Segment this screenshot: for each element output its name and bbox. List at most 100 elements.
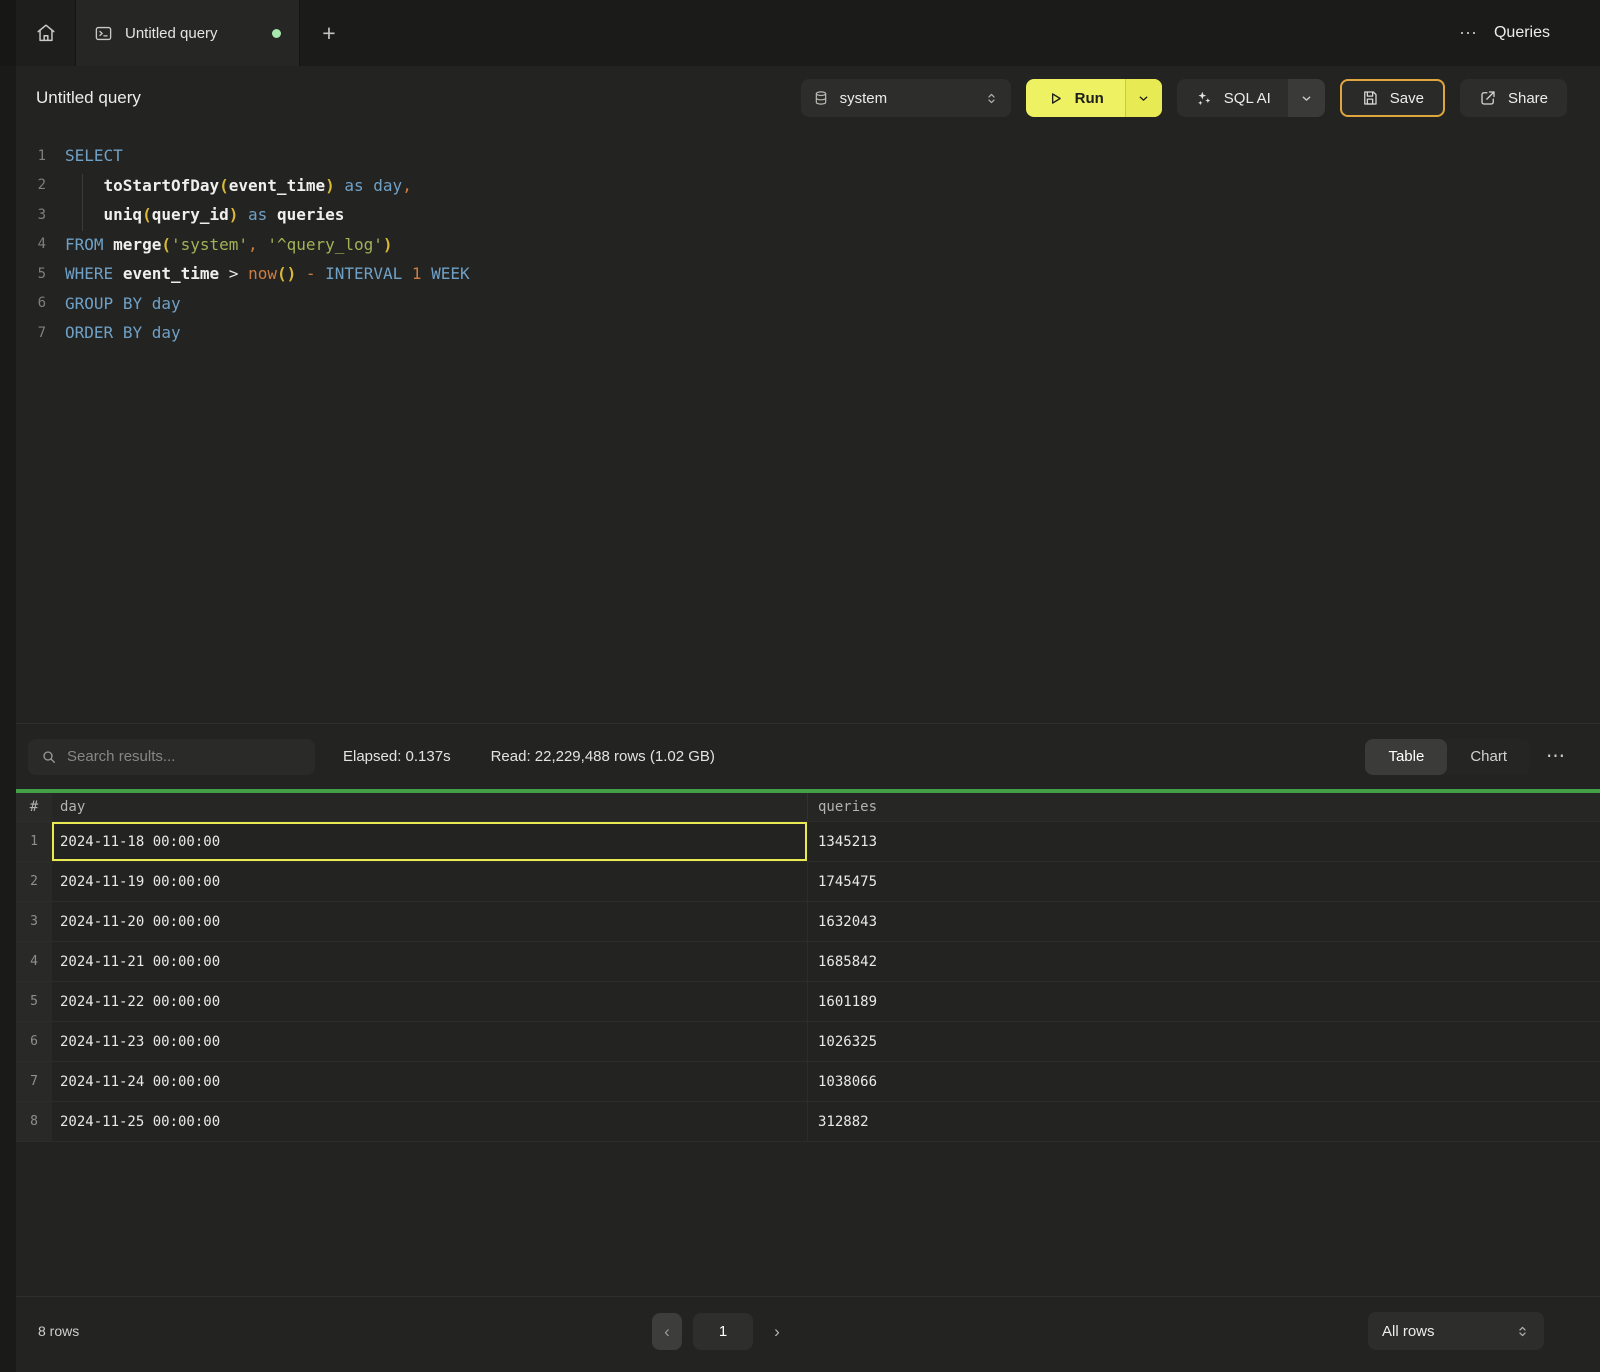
cell-queries[interactable]: 1601189 — [808, 982, 1600, 1021]
view-tab-chart[interactable]: Chart — [1447, 739, 1530, 775]
prev-page-button[interactable]: ‹ — [652, 1313, 682, 1350]
queries-panel-button[interactable]: Queries — [1494, 24, 1550, 42]
table-row: 52024-11-22 00:00:001601189 — [16, 982, 1600, 1022]
save-icon — [1361, 89, 1379, 107]
indent-guide — [82, 174, 83, 231]
code-line[interactable]: 7ORDER BY day — [16, 318, 1600, 348]
run-button-label: Run — [1075, 90, 1104, 107]
code-line[interactable]: 4FROM merge('system', '^query_log') — [16, 230, 1600, 260]
line-number: 1 — [16, 148, 46, 164]
search-icon — [41, 749, 57, 765]
page-title: Untitled query — [36, 88, 141, 108]
code-line[interactable]: 5WHERE event_time > now() - INTERVAL 1 W… — [16, 259, 1600, 289]
code-lines: 1SELECT2 toStartOfDay(event_time) as day… — [16, 141, 1600, 348]
current-page-button[interactable]: 1 — [693, 1313, 753, 1350]
cell-queries[interactable]: 1685842 — [808, 942, 1600, 981]
sql-ai-button-group: SQL AI — [1177, 79, 1325, 117]
run-options-button[interactable] — [1125, 79, 1162, 117]
save-button-label: Save — [1390, 90, 1424, 107]
cell-day[interactable]: 2024-11-23 00:00:00 — [52, 1022, 808, 1061]
terminal-icon — [94, 24, 113, 43]
tab-bar: Untitled query + ⋯ Queries — [0, 0, 1600, 66]
share-icon — [1479, 89, 1497, 107]
table-row: 22024-11-19 00:00:001745475 — [16, 862, 1600, 902]
chevron-updown-icon — [984, 91, 999, 106]
column-header-day[interactable]: day — [52, 793, 808, 821]
row-count: 8 rows — [38, 1323, 79, 1339]
tab-untitled-query[interactable]: Untitled query — [76, 0, 300, 66]
line-number: 7 — [16, 325, 46, 341]
page-size-select[interactable]: All rows — [1368, 1312, 1544, 1350]
results-toolbar: Elapsed: 0.137s Read: 22,229,488 rows (1… — [16, 723, 1600, 789]
sql-ai-button[interactable]: SQL AI — [1177, 79, 1288, 117]
cell-day[interactable]: 2024-11-25 00:00:00 — [52, 1102, 808, 1141]
cell-day[interactable]: 2024-11-22 00:00:00 — [52, 982, 808, 1021]
table-row: 42024-11-21 00:00:001685842 — [16, 942, 1600, 982]
next-page-button[interactable]: › — [764, 1313, 790, 1350]
cell-queries[interactable]: 1345213 — [808, 822, 1600, 861]
cell-day[interactable]: 2024-11-19 00:00:00 — [52, 862, 808, 901]
code-line[interactable]: 3 uniq(query_id) as queries — [16, 200, 1600, 230]
line-number: 5 — [16, 266, 46, 282]
table-row: 12024-11-18 00:00:001345213 — [16, 822, 1600, 862]
row-index: 6 — [16, 1022, 52, 1061]
run-button[interactable]: Run — [1026, 79, 1125, 117]
cell-day[interactable]: 2024-11-18 00:00:00 — [52, 822, 808, 861]
table-row: 32024-11-20 00:00:001632043 — [16, 902, 1600, 942]
search-results-input[interactable] — [67, 748, 302, 765]
code-line[interactable]: 2 toStartOfDay(event_time) as day, — [16, 171, 1600, 201]
chevron-updown-icon — [1515, 1324, 1530, 1339]
results-more-icon[interactable]: ⋯ — [1546, 745, 1566, 768]
row-index: 8 — [16, 1102, 52, 1141]
cell-queries[interactable]: 1026325 — [808, 1022, 1600, 1061]
read-stat: Read: 22,229,488 rows (1.02 GB) — [491, 748, 715, 765]
sql-ai-options-button[interactable] — [1288, 79, 1325, 117]
cell-day[interactable]: 2024-11-24 00:00:00 — [52, 1062, 808, 1101]
sql-ai-label: SQL AI — [1224, 90, 1271, 107]
pagination: ‹ 1 › — [652, 1313, 790, 1350]
database-select[interactable]: system — [801, 79, 1011, 117]
code-line[interactable]: 1SELECT — [16, 141, 1600, 171]
table-row: 72024-11-24 00:00:001038066 — [16, 1062, 1600, 1102]
tabbar-pad — [0, 0, 16, 66]
line-number: 2 — [16, 177, 46, 193]
table-row: 62024-11-23 00:00:001026325 — [16, 1022, 1600, 1062]
database-select-value: system — [840, 90, 888, 107]
new-tab-button[interactable]: + — [300, 0, 358, 66]
unsaved-changes-dot — [272, 29, 281, 38]
row-index: 4 — [16, 942, 52, 981]
sql-editor[interactable]: 1SELECT2 toStartOfDay(event_time) as day… — [16, 130, 1600, 723]
chevron-left-icon: ‹ — [664, 1322, 670, 1342]
cell-queries[interactable]: 1745475 — [808, 862, 1600, 901]
results-table-body: 12024-11-18 00:00:00134521322024-11-19 0… — [16, 822, 1600, 1142]
cell-day[interactable]: 2024-11-21 00:00:00 — [52, 942, 808, 981]
view-toggle: Table Chart — [1365, 739, 1530, 775]
column-header-queries[interactable]: queries — [808, 793, 1600, 821]
table-row: 82024-11-25 00:00:00312882 — [16, 1102, 1600, 1142]
chevron-down-icon — [1300, 92, 1313, 105]
results-footer: 8 rows ‹ 1 › All rows — [16, 1296, 1600, 1372]
database-icon — [813, 89, 829, 107]
search-results-box[interactable] — [28, 739, 315, 775]
elapsed-stat: Elapsed: 0.137s — [343, 748, 451, 765]
view-tab-table[interactable]: Table — [1365, 739, 1447, 775]
share-button[interactable]: Share — [1460, 79, 1567, 117]
line-number: 3 — [16, 207, 46, 223]
code-line[interactable]: 6GROUP BY day — [16, 289, 1600, 319]
cell-queries[interactable]: 1038066 — [808, 1062, 1600, 1101]
cell-queries[interactable]: 312882 — [808, 1102, 1600, 1141]
home-button[interactable] — [16, 0, 76, 66]
panel-more-icon[interactable]: ⋯ — [1459, 23, 1478, 44]
row-index: 7 — [16, 1062, 52, 1101]
row-index: 3 — [16, 902, 52, 941]
chevron-down-icon — [1137, 92, 1150, 105]
cell-queries[interactable]: 1632043 — [808, 902, 1600, 941]
query-header: Untitled query system — [16, 66, 1600, 130]
tab-label: Untitled query — [125, 25, 260, 42]
save-button[interactable]: Save — [1340, 79, 1445, 117]
chevron-right-icon: › — [774, 1322, 780, 1342]
cell-day[interactable]: 2024-11-20 00:00:00 — [52, 902, 808, 941]
row-index: 2 — [16, 862, 52, 901]
row-index: 1 — [16, 822, 52, 861]
share-button-label: Share — [1508, 90, 1548, 107]
